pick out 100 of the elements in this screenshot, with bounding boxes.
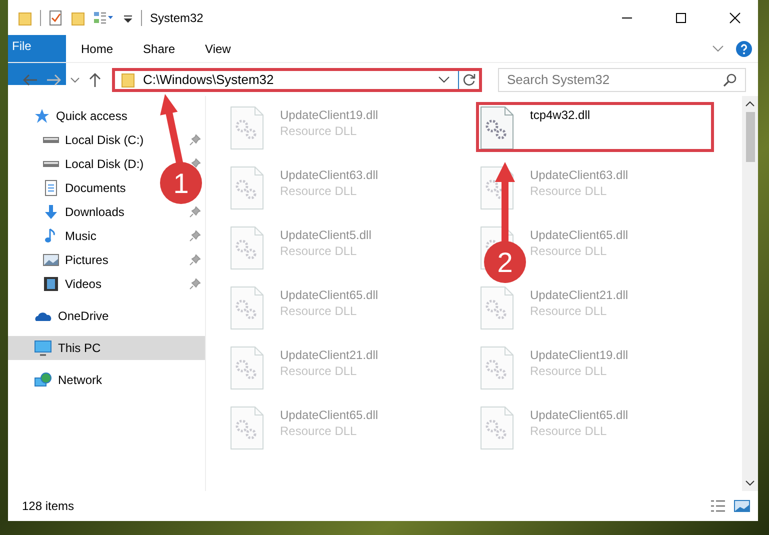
- file-name: UpdateClient65.dll: [530, 408, 628, 422]
- pin-icon[interactable]: [189, 230, 201, 242]
- sidebar-label: Quick access: [56, 109, 128, 123]
- file-name: UpdateClient63.dll: [280, 168, 378, 182]
- file-name: UpdateClient19.dll: [280, 108, 378, 122]
- sidebar-label: Local Disk (C:): [65, 133, 144, 147]
- sidebar-item[interactable]: Videos: [8, 272, 108, 296]
- large-icons-view-icon[interactable]: [734, 499, 750, 513]
- gear-file-icon: [230, 346, 264, 390]
- pin-icon[interactable]: [189, 206, 201, 218]
- file-type: Resource DLL: [530, 304, 608, 318]
- details-view-icon[interactable]: [710, 499, 726, 513]
- sidebar-label: Pictures: [65, 253, 108, 267]
- download-arrow-icon: [43, 204, 59, 220]
- address-bar[interactable]: C:\Windows\System32: [112, 68, 482, 92]
- file-type: Resource DLL: [530, 424, 608, 438]
- file-type: Resource DLL: [530, 364, 608, 378]
- back-icon[interactable]: [22, 72, 38, 86]
- item-count: 128 items: [22, 499, 74, 513]
- file-name: UpdateClient65.dll: [280, 408, 378, 422]
- gear-file-icon: [480, 106, 514, 150]
- properties-icon[interactable]: [49, 10, 63, 26]
- gear-file-icon: [230, 166, 264, 210]
- sidebar-item[interactable]: Documents: [8, 176, 132, 200]
- file-tab[interactable]: File: [8, 35, 66, 85]
- file-type: Resource DLL: [280, 424, 358, 438]
- scroll-up-icon[interactable]: [745, 100, 755, 108]
- forward-icon[interactable]: [46, 72, 62, 86]
- ribbon-tab[interactable]: Share: [128, 35, 190, 62]
- file-type: Resource DLL: [280, 304, 358, 318]
- sidebar-label: Downloads: [65, 205, 124, 219]
- gear-file-icon: [230, 226, 264, 270]
- sidebar-label: Network: [58, 373, 102, 387]
- file-type: Resource DLL: [280, 124, 358, 138]
- file-type: Resource DLL: [280, 364, 358, 378]
- file-name: UpdateClient19.dll: [530, 348, 628, 362]
- pin-icon[interactable]: [189, 134, 201, 146]
- monitor-icon: [34, 340, 52, 356]
- sidebar-item[interactable]: Network: [8, 368, 205, 392]
- file-type: Resource DLL: [530, 184, 608, 198]
- expand-ribbon-icon[interactable]: [712, 44, 724, 54]
- close-icon: [729, 12, 741, 24]
- sidebar-item[interactable]: Pictures: [8, 248, 114, 272]
- sidebar-item[interactable]: Local Disk (D:): [8, 152, 150, 176]
- window-title: System32: [150, 10, 204, 24]
- file-type: Resource DLL: [280, 184, 358, 198]
- scroll-down-icon[interactable]: [745, 479, 755, 487]
- up-arrow-icon[interactable]: [88, 72, 102, 88]
- maximize-icon: [675, 12, 687, 24]
- scroll-thumb[interactable]: [746, 112, 754, 162]
- drive-icon: [43, 161, 59, 167]
- pin-icon[interactable]: [189, 158, 201, 170]
- gear-file-icon: [230, 106, 264, 150]
- sidebar-item[interactable]: OneDrive: [8, 304, 205, 328]
- address-path: C:\Windows\System32: [143, 72, 275, 87]
- sidebar-item[interactable]: Downloads: [8, 200, 130, 224]
- sidebar-label: Music: [65, 229, 96, 243]
- file-type: Resource DLL: [530, 244, 608, 258]
- help-icon[interactable]: [736, 40, 752, 56]
- file-name: UpdateClient63.dll: [530, 168, 628, 182]
- search-icon[interactable]: [723, 72, 737, 86]
- sidebar-label: OneDrive: [58, 309, 109, 323]
- sidebar-label: Videos: [65, 277, 102, 291]
- file-name: UpdateClient65.dll: [530, 228, 628, 242]
- step-number-badge: 1: [160, 162, 202, 204]
- file-item[interactable]: tcp4w32.dll: [476, 102, 714, 152]
- sidebar-item[interactable]: Quick access: [8, 104, 205, 128]
- gear-file-icon: [230, 406, 264, 450]
- search-field[interactable]: Search System32: [498, 68, 746, 92]
- view-icon[interactable]: [93, 10, 115, 26]
- dropdown-caret-icon[interactable]: [438, 74, 450, 84]
- recent-locations-caret-icon[interactable]: [70, 76, 80, 84]
- file-name: UpdateClient21.dll: [280, 348, 378, 362]
- document-icon: [43, 180, 59, 196]
- sidebar-item[interactable]: Local Disk (C:): [8, 128, 150, 152]
- file-name: tcp4w32.dll: [530, 108, 590, 122]
- network-icon: [34, 372, 52, 388]
- gear-file-icon: [230, 286, 264, 330]
- sidebar-item[interactable]: Music: [8, 224, 102, 248]
- ribbon-tab[interactable]: Home: [66, 35, 128, 62]
- sidebar-label: Local Disk (D:): [65, 157, 144, 171]
- step-number-badge: 2: [484, 241, 526, 283]
- sidebar-label: Documents: [65, 181, 126, 195]
- film-strip-icon: [43, 276, 59, 292]
- file-name: UpdateClient65.dll: [280, 288, 378, 302]
- picture-icon: [43, 252, 59, 268]
- file-type: Resource DLL: [280, 244, 358, 258]
- folder-icon: [121, 72, 135, 88]
- file-name: UpdateClient21.dll: [530, 288, 628, 302]
- file-name: UpdateClient5.dll: [280, 228, 372, 242]
- drive-icon: [43, 137, 59, 143]
- pin-icon[interactable]: [189, 278, 201, 290]
- pin-icon[interactable]: [189, 254, 201, 266]
- gear-file-icon: [480, 406, 514, 450]
- ribbon-tab[interactable]: View: [190, 35, 246, 62]
- gear-file-icon: [480, 286, 514, 330]
- sidebar-item[interactable]: This PC: [8, 336, 205, 360]
- scrollbar[interactable]: [742, 96, 758, 491]
- sidebar-label: This PC: [58, 341, 101, 355]
- gear-file-icon: [480, 346, 514, 390]
